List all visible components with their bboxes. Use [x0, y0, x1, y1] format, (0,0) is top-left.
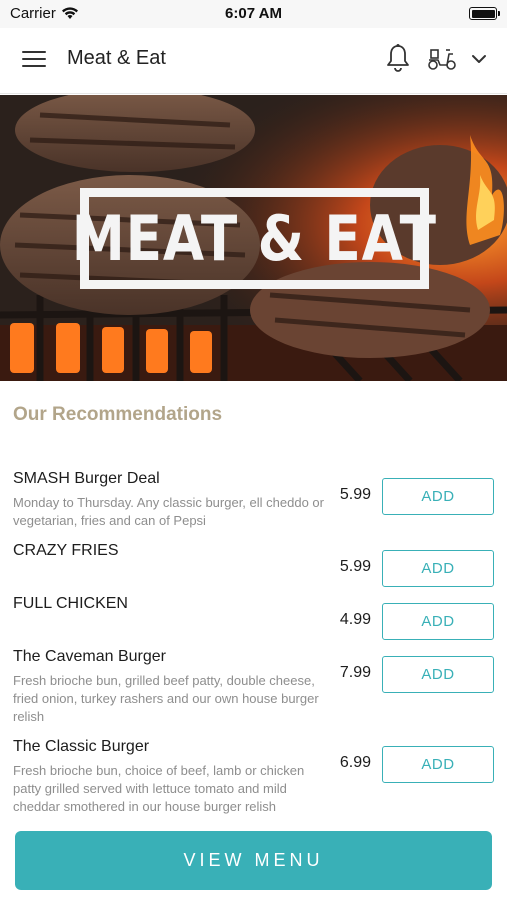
item-name: The Caveman Burger	[13, 648, 166, 665]
item-name: The Classic Burger	[13, 738, 150, 755]
item-name: CRAZY FRIES	[13, 542, 119, 559]
app-header: Meat & Eat	[0, 28, 507, 94]
add-button[interactable]: ADD	[382, 746, 494, 783]
app-title: Meat & Eat	[67, 47, 166, 69]
section-title: Our Recommendations	[13, 404, 223, 425]
item-price: 5.99	[339, 558, 371, 575]
clock: 6:07 AM	[225, 5, 282, 22]
scooter-icon[interactable]	[427, 46, 457, 72]
add-button[interactable]: ADD	[382, 603, 494, 640]
item-description: Fresh brioche bun, choice of beef, lamb …	[13, 763, 305, 814]
battery-icon	[469, 7, 500, 20]
item-description: Fresh brioche bun, grilled beef patty, d…	[13, 673, 319, 724]
chevron-down-icon[interactable]	[470, 50, 488, 68]
add-button[interactable]: ADD	[382, 478, 494, 515]
menu-icon[interactable]	[22, 50, 46, 70]
bell-icon[interactable]	[385, 43, 411, 73]
recommendations-list: SMASH Burger Deal Monday to Thursday. An…	[0, 462, 507, 822]
item-price: 5.99	[339, 486, 371, 503]
item-description: Monday to Thursday. Any classic burger, …	[13, 495, 324, 528]
hero-banner: MEAT & EAT	[0, 95, 507, 381]
status-bar: Carrier 6:07 AM	[0, 0, 507, 28]
brand-logo: MEAT & EAT	[72, 188, 436, 289]
item-price: 7.99	[339, 664, 371, 681]
view-menu-button[interactable]: VIEW MENU	[15, 831, 492, 890]
item-name: FULL CHICKEN	[13, 595, 128, 612]
add-button[interactable]: ADD	[382, 550, 494, 587]
brand-logo-text: MEAT & EAT	[71, 201, 438, 275]
item-price: 6.99	[339, 754, 371, 771]
add-button[interactable]: ADD	[382, 656, 494, 693]
item-name: SMASH Burger Deal	[13, 470, 160, 487]
item-price: 4.99	[339, 611, 371, 628]
